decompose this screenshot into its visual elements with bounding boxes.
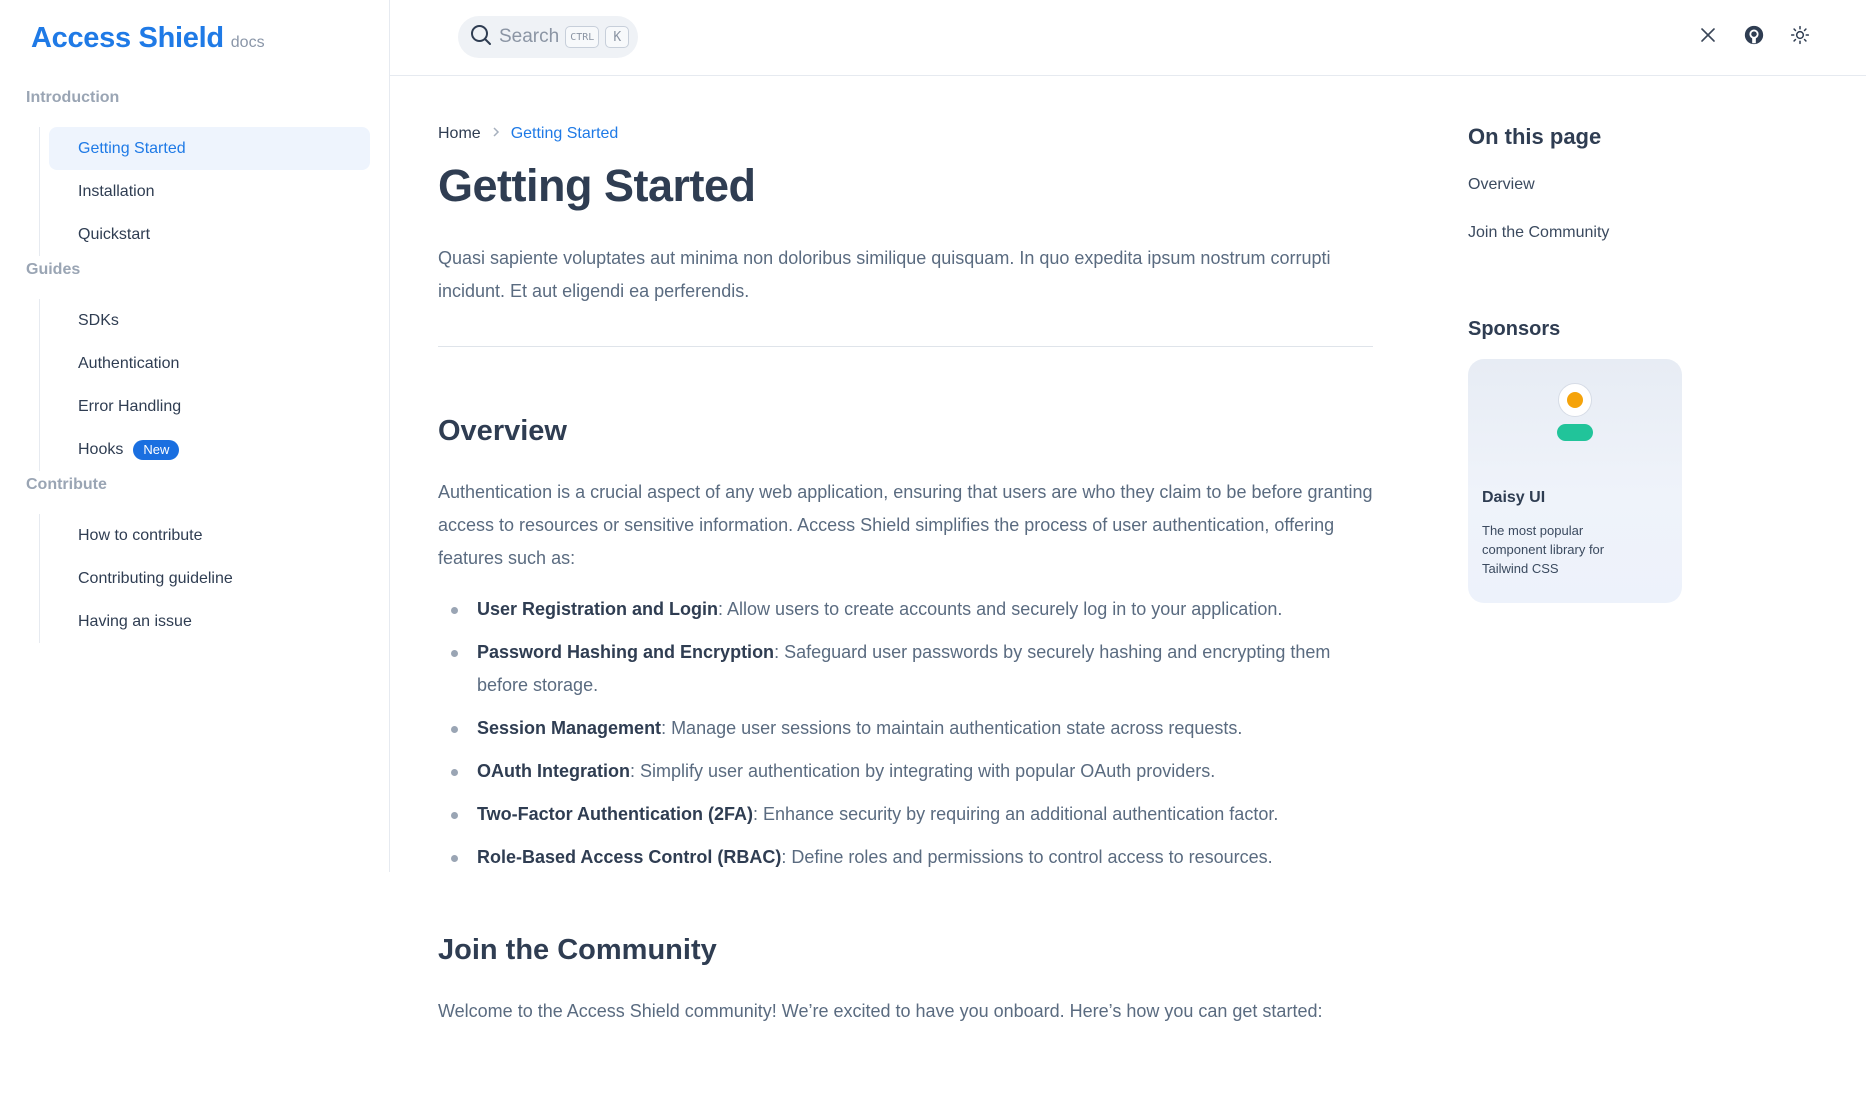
nav-group-title: Guides [26,261,81,278]
toc-link-overview[interactable]: Overview [1468,172,1698,198]
feature-term: OAuth Integration [477,761,630,781]
sidebar-item-label: How to contribute [78,526,203,544]
feature-desc: : Enhance security by requiring an addit… [753,804,1279,824]
overview-heading: Overview [438,415,567,447]
main-content: Home Getting Started Getting Started Qua… [438,120,1373,1028]
search-button[interactable]: Search CTRL K [458,16,638,58]
nav-group-contribute: Contribute How to contribute Contributin… [26,471,370,643]
sidebar-item-label: Quickstart [78,225,151,243]
sidebar-item-label: Authentication [78,354,180,372]
nav-group-title: Introduction [26,89,120,106]
list-item: Role-Based Access Control (RBAC): Define… [438,841,1373,874]
sidebar-item-label: SDKs [78,311,119,329]
brand-suffix: docs [230,34,265,51]
feature-term: User Registration and Login [477,599,719,619]
sidebar-item-label: Having an issue [78,612,192,630]
search-placeholder: Search [499,26,560,47]
sidebar-item-label: Error Handling [78,397,182,415]
header-icon-group [1697,24,1811,46]
sidebar-item-quickstart[interactable]: Quickstart [49,213,370,256]
list-item: Session Management: Manage user sessions… [438,712,1373,745]
divider [438,346,1373,347]
top-header: Search CTRL K [390,0,1866,76]
sidebar-item-installation[interactable]: Installation [49,170,370,213]
feature-term: Password Hashing and Encryption [477,642,775,662]
daisyui-logo-icon [1556,383,1594,445]
x-logo-icon[interactable] [1697,24,1719,46]
nav-group-items: SDKs Authentication Error Handling Hooks… [39,299,370,471]
sidebar-nav: Introduction Getting Started Installatio… [26,84,370,643]
k-key-hint: K [605,26,630,48]
breadcrumb: Home Getting Started [438,120,1373,148]
feature-list: User Registration and Login: Allow users… [438,593,1373,874]
sidebar-item-how-to-contribute[interactable]: How to contribute [49,514,370,557]
nav-group-guides: Guides SDKs Authentication Error Handlin… [26,256,370,471]
chevron-right-icon [491,125,501,143]
theme-toggle-sun-icon[interactable] [1789,24,1811,46]
ctrl-key-hint: CTRL [565,26,600,48]
docs-page: Access Shield docs Introduction Getting … [0,0,1866,1104]
nav-group-items: How to contribute Contributing guideline… [39,514,370,643]
join-community-heading: Join the Community [438,934,717,966]
list-item: OAuth Integration: Simplify user authent… [438,755,1373,788]
feature-desc: : Simplify user authentication by integr… [629,761,1216,781]
list-item: User Registration and Login: Allow users… [438,593,1373,626]
sponsor-name: Daisy UI [1482,489,1546,506]
sidebar-item-label: Hooks [78,440,124,458]
right-rail: On this page Overview Join the Community… [1468,124,1698,603]
overview-paragraph: Authentication is a crucial aspect of an… [438,482,1373,568]
feature-desc: : Allow users to create accounts and sec… [718,599,1283,619]
sidebar-item-label: Getting Started [78,139,186,157]
sidebar: Access Shield docs Introduction Getting … [0,0,390,872]
feature-desc: : Define roles and permissions to contro… [781,847,1273,867]
new-badge: New [133,439,180,460]
sidebar-item-contributing-guideline[interactable]: Contributing guideline [49,557,370,600]
list-item: Two-Factor Authentication (2FA): Enhance… [438,798,1373,831]
page-title: Getting Started [438,160,756,211]
brand-name: Access Shield [31,22,224,54]
join-community-paragraph: Welcome to the Access Shield community! … [438,1001,1323,1021]
feature-term: Role-Based Access Control (RBAC) [477,847,782,867]
nav-group-introduction: Introduction Getting Started Installatio… [26,84,370,256]
sponsors-title: Sponsors [1468,318,1561,340]
list-item: Password Hashing and Encryption: Safegua… [438,636,1373,702]
breadcrumb-current: Getting Started [510,125,619,142]
feature-term: Session Management [477,718,662,738]
search-icon [469,23,493,52]
sponsor-description: The most popular component library for T… [1482,523,1605,576]
feature-desc: : Manage user sessions to maintain authe… [661,718,1243,738]
toc-link-join-community[interactable]: Join the Community [1468,220,1698,246]
sidebar-item-label: Installation [78,182,155,200]
brand-logo[interactable]: Access Shield docs [31,22,265,55]
sidebar-item-having-an-issue[interactable]: Having an issue [49,600,370,643]
github-icon[interactable] [1743,24,1765,46]
sidebar-item-label: Contributing guideline [78,569,233,587]
sidebar-item-authentication[interactable]: Authentication [49,342,370,385]
intro-paragraph: Quasi sapiente voluptates aut minima non… [438,248,1331,301]
breadcrumb-home[interactable]: Home [438,125,481,143]
toc-title: On this page [1468,124,1602,149]
sidebar-item-error-handling[interactable]: Error Handling [49,385,370,428]
nav-group-items: Getting Started Installation Quickstart [39,127,370,256]
sidebar-item-hooks[interactable]: Hooks New [49,428,370,471]
feature-term: Two-Factor Authentication (2FA) [477,804,753,824]
sidebar-item-sdks[interactable]: SDKs [49,299,370,342]
sidebar-item-getting-started[interactable]: Getting Started [49,127,370,170]
sponsor-card[interactable]: Daisy UI The most popular component libr… [1468,359,1682,603]
nav-group-title: Contribute [26,476,107,493]
